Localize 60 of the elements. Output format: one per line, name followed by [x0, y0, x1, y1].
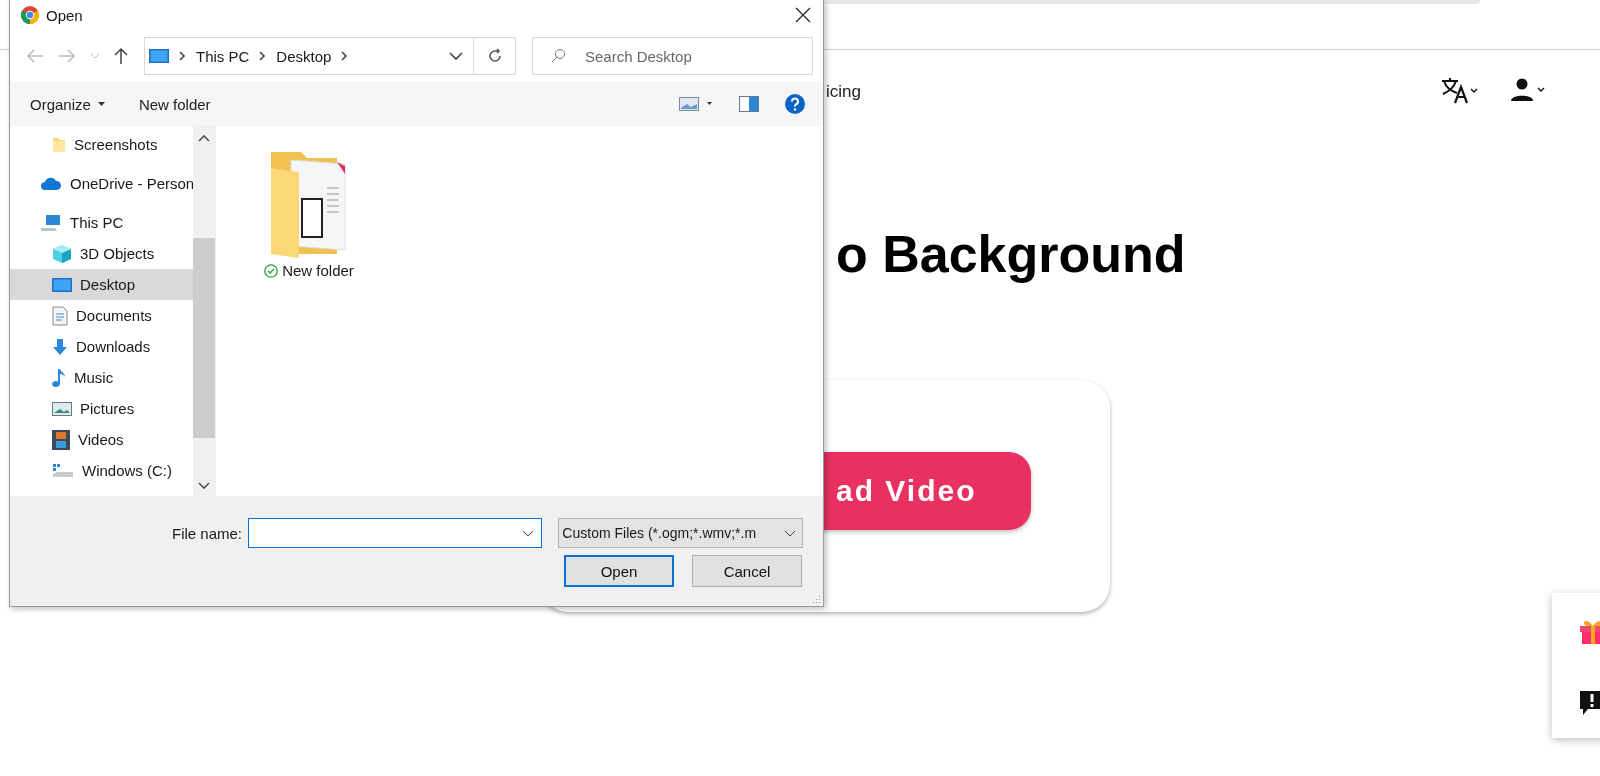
music-note-icon: [52, 367, 66, 388]
breadcrumb-item[interactable]: This PC: [196, 47, 250, 65]
dialog-title: Open: [46, 6, 83, 24]
landscape-picture-icon: [52, 400, 72, 417]
close-icon[interactable]: [795, 7, 811, 23]
nav-item[interactable]: Desktop: [10, 269, 193, 300]
nav-item[interactable]: Windows (C:): [10, 455, 193, 486]
dialog-button[interactable]: Open: [564, 555, 674, 587]
film-strip-icon: [52, 429, 70, 450]
dialog-button[interactable]: Cancel: [692, 555, 802, 587]
folder-icon: [52, 136, 66, 153]
chevron-down-icon[interactable]: [449, 52, 463, 60]
nav-item[interactable]: Pictures: [10, 393, 193, 424]
monitor-icon: [149, 48, 169, 64]
nav-item[interactable]: Videos: [10, 424, 193, 455]
translate-icon[interactable]: [1440, 76, 1480, 104]
chevron-down-icon: [784, 529, 796, 537]
view-options-icon[interactable]: [679, 97, 713, 111]
file-name-field[interactable]: [248, 518, 543, 548]
file-name[interactable]: New folder: [282, 262, 354, 279]
browser-logo-icon: [20, 5, 40, 25]
search-icon: [550, 48, 566, 64]
chevron-right-icon[interactable]: [259, 51, 267, 61]
chevron-right-icon[interactable]: [341, 51, 349, 61]
document-icon: [52, 305, 68, 326]
resize-grip-icon[interactable]: [811, 594, 821, 604]
caret-icon: [97, 102, 105, 106]
computer-icon: [40, 213, 62, 232]
scrollbar[interactable]: [193, 126, 215, 496]
nav-item[interactable]: 3D Objects: [10, 238, 193, 269]
file-name-label: File name:: [172, 524, 243, 542]
scroll-down-icon[interactable]: [198, 482, 210, 490]
nav-item[interactable]: This PC: [10, 207, 193, 238]
path-bar[interactable]: This PC Desktop: [144, 37, 474, 75]
nav-item[interactable]: Downloads: [10, 331, 193, 362]
feedback-icon[interactable]: [1578, 689, 1600, 717]
nav-item[interactable]: Screenshots: [10, 129, 193, 160]
up-arrow-icon[interactable]: [114, 47, 128, 65]
nav-item[interactable]: OneDrive - Person: [10, 168, 193, 199]
preview-pane-icon[interactable]: [739, 96, 759, 112]
gift-icon[interactable]: [1578, 619, 1600, 645]
monitor-icon: [52, 276, 72, 293]
chevron-down-icon[interactable]: [522, 530, 535, 537]
nav-link[interactable]: icing: [826, 82, 861, 102]
cloud-icon: [40, 176, 62, 191]
drive-icon: [52, 462, 74, 479]
refresh-icon: [486, 48, 503, 64]
file-type-dropdown[interactable]: Custom Files (*.ogm;*.wmv;*.m: [558, 518, 803, 548]
download-arrow-icon: [52, 337, 68, 356]
toolbar-button[interactable]: New folder: [132, 91, 217, 117]
nav-item[interactable]: Music: [10, 362, 193, 393]
nav-item[interactable]: Documents: [10, 300, 193, 331]
cube-icon: [52, 243, 72, 264]
breadcrumb-item[interactable]: Desktop: [276, 47, 332, 65]
chevron-right-icon[interactable]: [179, 51, 186, 61]
scroll-up-icon[interactable]: [198, 134, 210, 142]
search-field[interactable]: Search Desktop: [532, 37, 813, 75]
toolbar-button[interactable]: Organize: [24, 91, 111, 117]
help-icon[interactable]: [785, 94, 805, 114]
refresh-button[interactable]: [474, 37, 516, 75]
